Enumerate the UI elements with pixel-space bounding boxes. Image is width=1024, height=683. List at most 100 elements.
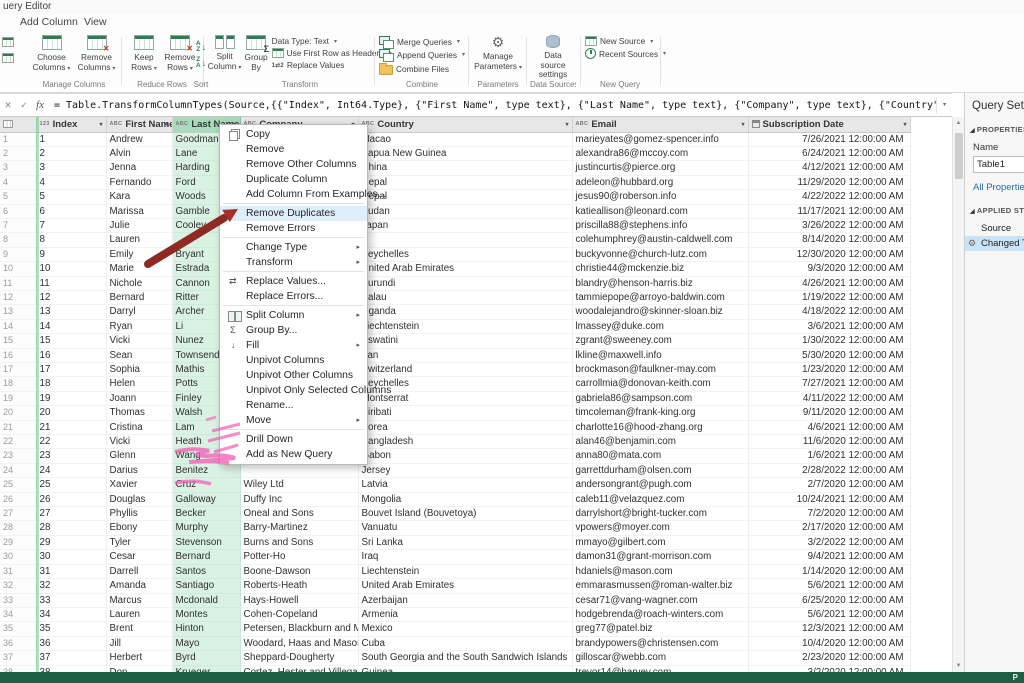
- cell[interactable]: gabriela86@sampson.com: [572, 391, 749, 407]
- cell[interactable]: 35: [36, 621, 107, 637]
- cell[interactable]: 20: [36, 405, 107, 421]
- cell[interactable]: Murphy: [172, 520, 241, 536]
- cell[interactable]: Joann: [106, 391, 173, 407]
- cell[interactable]: Marcus: [106, 593, 173, 608]
- menu-item-unpivot-other-columns[interactable]: Unpivot Other Columns: [220, 368, 367, 383]
- menu-item-drill-down[interactable]: Drill Down: [220, 432, 367, 447]
- cell[interactable]: christie44@mckenzie.biz: [572, 261, 749, 277]
- column-header-index[interactable]: 123 Index ▾: [36, 117, 107, 133]
- column-header-country[interactable]: ABCCountry▾: [358, 117, 573, 133]
- properties-section-header[interactable]: ◢ PROPERTIES: [965, 125, 1024, 134]
- cell[interactable]: Vicki: [106, 333, 173, 349]
- cell[interactable]: Benitez: [172, 463, 241, 479]
- cell[interactable]: 2/23/2020 12:00:00 AM: [748, 650, 911, 666]
- cell[interactable]: 9/4/2021 12:00:00 AM: [748, 549, 911, 565]
- cell[interactable]: Burns and Sons: [240, 535, 359, 551]
- cell[interactable]: 2/17/2020 12:00:00 AM: [748, 520, 911, 536]
- column-header-subscription-date[interactable]: Subscription Date ▾: [748, 117, 911, 133]
- cell[interactable]: lmassey@duke.com: [572, 319, 749, 335]
- cell[interactable]: China: [358, 160, 573, 176]
- tab-add-column[interactable]: Add Column: [20, 16, 78, 28]
- cell[interactable]: 12/3/2021 12:00:00 AM: [748, 621, 911, 637]
- filter-icon[interactable]: ▾: [565, 121, 568, 128]
- cell[interactable]: cesar71@vang-wagner.com: [572, 593, 749, 608]
- cell[interactable]: Xavier: [106, 477, 173, 493]
- menu-item-replace-errors[interactable]: Replace Errors...: [220, 289, 367, 304]
- cell[interactable]: Cuba: [358, 636, 573, 652]
- cell[interactable]: 4/12/2021 12:00:00 AM: [748, 160, 911, 176]
- cell[interactable]: Liechtenstein: [358, 319, 573, 335]
- cell[interactable]: 16: [36, 348, 107, 364]
- cell[interactable]: 5: [36, 189, 107, 205]
- cell[interactable]: Darius: [106, 463, 173, 479]
- cell[interactable]: blandry@henson-harris.biz: [572, 276, 749, 291]
- cell[interactable]: Brent: [106, 621, 173, 637]
- cell[interactable]: brandypowers@christensen.com: [572, 636, 749, 652]
- cell[interactable]: Macao: [358, 132, 573, 147]
- menu-item-split-column[interactable]: Split Column ▸: [220, 308, 367, 323]
- cell[interactable]: 37: [36, 650, 107, 666]
- data-source-settings-button[interactable]: Data source settings: [531, 33, 575, 82]
- cell[interactable]: Tyler: [106, 535, 173, 551]
- cell[interactable]: Petersen, Blackburn and Meyers: [240, 621, 359, 637]
- cell[interactable]: Julie: [106, 218, 173, 234]
- cell[interactable]: damon31@grant-morrison.com: [572, 549, 749, 565]
- cell[interactable]: Guinea: [358, 665, 573, 672]
- cell[interactable]: Darrell: [106, 564, 173, 580]
- cell[interactable]: 21: [36, 420, 107, 436]
- cell[interactable]: 32: [36, 578, 107, 594]
- commit-icon[interactable]: ✓: [16, 100, 32, 111]
- menu-item-remove[interactable]: Remove: [220, 142, 367, 157]
- cell[interactable]: 3/2/2020 12:00:00 AM: [748, 665, 911, 672]
- cell[interactable]: 4/26/2021 12:00:00 AM: [748, 276, 911, 291]
- cell[interactable]: Glenn: [106, 448, 173, 464]
- cell[interactable]: 24: [36, 463, 107, 479]
- cell[interactable]: Switzerland: [358, 362, 573, 378]
- filter-icon[interactable]: ▾: [741, 121, 744, 128]
- cell[interactable]: emmarasmussen@roman-walter.biz: [572, 578, 749, 594]
- cell[interactable]: 9/3/2020 12:00:00 AM: [748, 261, 911, 277]
- cell[interactable]: Ryan: [106, 319, 173, 335]
- menu-item-unpivot-only-selected-columns[interactable]: Unpivot Only Selected Columns: [220, 383, 391, 398]
- cell[interactable]: Nepal: [358, 175, 573, 191]
- cell[interactable]: 4: [36, 175, 107, 191]
- cell[interactable]: 3/2/2022 12:00:00 AM: [748, 535, 911, 551]
- merge-queries-button[interactable]: Merge Queries ▾: [378, 36, 461, 49]
- cell[interactable]: Wiley Ltd: [240, 477, 359, 493]
- menu-item-add-as-new-query[interactable]: Add as New Query: [220, 447, 367, 462]
- cell[interactable]: 7: [36, 218, 107, 234]
- menu-item-replace-values[interactable]: Replace Values...: [220, 274, 367, 289]
- recent-sources-button[interactable]: Recent Sources ▾: [584, 48, 667, 59]
- cell[interactable]: 22: [36, 434, 107, 450]
- cell[interactable]: zgrant@sweeney.com: [572, 333, 749, 349]
- cell[interactable]: anna80@mata.com: [572, 448, 749, 464]
- cell[interactable]: Cortez, Hester and Villegas: [240, 665, 359, 672]
- cell[interactable]: 12/30/2020 12:00:00 AM: [748, 247, 911, 263]
- cell[interactable]: 2/7/2020 12:00:00 AM: [748, 477, 911, 493]
- column-header-first-name[interactable]: ABC First Name ▾: [106, 117, 173, 133]
- cell[interactable]: 26: [36, 492, 107, 508]
- applied-step-changed-type[interactable]: ⚙ Changed Type: [965, 236, 1024, 251]
- choose-columns-button[interactable]: Choose Columns ▾: [30, 33, 73, 74]
- cell[interactable]: Amanda: [106, 578, 173, 594]
- cell[interactable]: Sean: [106, 348, 173, 364]
- cell[interactable]: Potter-Ho: [240, 549, 359, 565]
- cell[interactable]: Becker: [172, 506, 241, 522]
- cell[interactable]: [358, 232, 573, 248]
- cell[interactable]: alan46@benjamin.com: [572, 434, 749, 450]
- cell[interactable]: Nepal: [358, 189, 573, 205]
- cell[interactable]: Eswatini: [358, 333, 573, 349]
- cell[interactable]: 25: [36, 477, 107, 493]
- cell[interactable]: 7/26/2021 12:00:00 AM: [748, 132, 911, 147]
- cell[interactable]: 15: [36, 333, 107, 349]
- cell[interactable]: 6/25/2020 12:00:00 AM: [748, 593, 911, 608]
- cell[interactable]: tammiepope@arroyo-baldwin.com: [572, 290, 749, 306]
- scroll-down-icon[interactable]: ▼: [953, 660, 964, 672]
- cell[interactable]: 29: [36, 535, 107, 551]
- cell[interactable]: justincurtis@pierce.org: [572, 160, 749, 176]
- menu-item-transform[interactable]: Transform ▸: [220, 255, 367, 270]
- cell[interactable]: hdaniels@mason.com: [572, 564, 749, 580]
- cell[interactable]: 19: [36, 391, 107, 407]
- filter-icon[interactable]: ▾: [99, 121, 102, 128]
- cell[interactable]: Palau: [358, 290, 573, 306]
